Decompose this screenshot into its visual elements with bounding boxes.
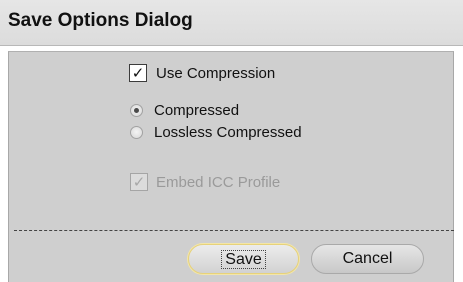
button-separator	[14, 230, 454, 231]
embed-icc-label: Embed ICC Profile	[156, 173, 281, 191]
embed-icc-checkbox: ✓	[130, 173, 148, 191]
radio-option-lossless-compressed[interactable]: Lossless Compressed	[130, 124, 302, 141]
lossless-compressed-label: Lossless Compressed	[154, 124, 302, 141]
dialog-title: Save Options Dialog	[8, 10, 193, 31]
cancel-button-label: Cancel	[342, 250, 393, 267]
use-compression-option[interactable]: ✓ Use Compression	[129, 64, 275, 82]
lossless-compressed-radio[interactable]	[130, 126, 143, 139]
title-bar: Save Options Dialog	[0, 0, 463, 46]
compressed-radio[interactable]	[130, 104, 143, 117]
radio-option-compressed[interactable]: Compressed	[130, 102, 239, 119]
save-button[interactable]: Save	[188, 244, 299, 274]
use-compression-label: Use Compression	[156, 64, 276, 82]
save-options-dialog: Save Options Dialog ✓ Use Compression Co…	[0, 0, 463, 282]
checkmark-icon: ✓	[131, 63, 145, 82]
save-button-label: Save	[221, 249, 266, 269]
cancel-button[interactable]: Cancel	[311, 244, 424, 274]
use-compression-checkbox[interactable]: ✓	[129, 64, 147, 82]
checkmark-icon: ✓	[132, 172, 146, 191]
compressed-label: Compressed	[154, 102, 240, 119]
embed-icc-option: ✓ Embed ICC Profile	[130, 173, 280, 191]
